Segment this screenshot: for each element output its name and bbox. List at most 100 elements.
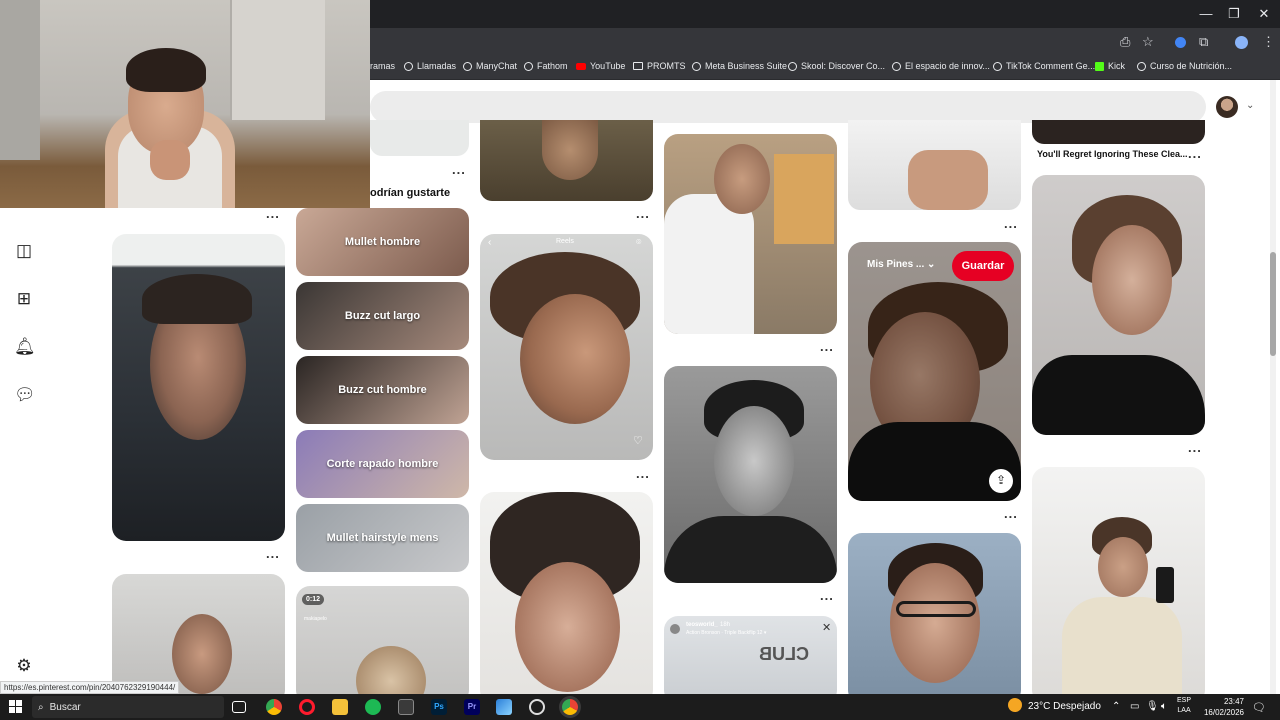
globe-icon: [692, 61, 701, 71]
taskbar-search[interactable]: ⌕ Buscar: [32, 696, 224, 718]
heart-icon[interactable]: ♡: [633, 434, 643, 447]
globe-icon: [892, 61, 901, 71]
bookmark-item[interactable]: Skool: Discover Co...: [788, 61, 885, 71]
bookmark-item[interactable]: Kick: [1095, 61, 1125, 71]
opera-icon[interactable]: [299, 699, 315, 715]
premiere-icon[interactable]: Pr: [464, 699, 480, 715]
bookmark-item[interactable]: Curso de Nutrición...: [1137, 61, 1232, 71]
messages-icon[interactable]: 💬︎: [14, 385, 36, 405]
microphone-icon[interactable]: 🎙︎: [1146, 701, 1159, 712]
settings-icon[interactable]: ⚙: [14, 656, 34, 676]
more-options[interactable]: ...: [1004, 507, 1018, 520]
pin-image[interactable]: [112, 574, 285, 694]
share-icon[interactable]: ⇪: [989, 469, 1013, 493]
more-options[interactable]: ...: [266, 547, 280, 560]
more-options[interactable]: ...: [1004, 217, 1018, 230]
board-selector[interactable]: Mis Pines ... ⌄: [867, 259, 935, 270]
bookmark-item[interactable]: TikTok Comment Ge...: [993, 61, 1095, 71]
webcam-hand: [150, 140, 190, 180]
chevron-up-icon[interactable]: ⌃: [1112, 701, 1120, 712]
bookmark-item[interactable]: PROMTS: [633, 61, 686, 71]
calculator-icon[interactable]: [398, 699, 414, 715]
network-icon[interactable]: ▭: [1130, 701, 1139, 712]
pin-image[interactable]: [1032, 467, 1205, 694]
category-card[interactable]: Mullet hairstyle mens: [296, 504, 469, 572]
bookmark-item[interactable]: Meta Business Suite: [692, 61, 787, 71]
bookmark-item[interactable]: YouTube: [576, 61, 625, 71]
more-options[interactable]: ...: [1188, 441, 1202, 454]
more-options[interactable]: ...: [1188, 147, 1202, 160]
video-pin[interactable]: 0:12 makiapelo: [296, 586, 469, 694]
close-window-button[interactable]: ✕: [1249, 6, 1279, 22]
obs-icon[interactable]: [529, 699, 545, 715]
story-pin[interactable]: teosworld_ 18h Action Bronson · Triple B…: [664, 616, 837, 694]
file-explorer-icon[interactable]: [332, 699, 348, 715]
more-options[interactable]: ...: [266, 207, 280, 220]
back-icon[interactable]: ‹: [488, 237, 491, 248]
install-app-icon[interactable]: ⎙: [1120, 34, 1130, 50]
create-icon[interactable]: ⊞: [14, 289, 34, 309]
camera-icon: ⌾: [636, 237, 642, 247]
pin-photo: [1098, 537, 1148, 597]
pin-photo: [515, 562, 620, 692]
clock[interactable]: 23:47 16/02/2026: [1200, 696, 1244, 718]
pin-image[interactable]: [664, 134, 837, 334]
layout-icon[interactable]: ◫: [14, 241, 34, 261]
chrome-active-icon[interactable]: [562, 699, 578, 715]
category-card[interactable]: Mullet hombre: [296, 208, 469, 276]
save-button[interactable]: Guardar: [952, 251, 1014, 281]
minimize-button[interactable]: —: [1191, 6, 1221, 21]
more-options[interactable]: ...: [820, 589, 834, 602]
bookmark-item[interactable]: Llamadas: [404, 61, 456, 71]
bookmark-item[interactable]: Fathom: [524, 61, 568, 71]
spotify-icon[interactable]: [365, 699, 381, 715]
pin-image[interactable]: [370, 120, 469, 156]
bookmark-item[interactable]: ramas: [370, 61, 395, 71]
photoshop-icon[interactable]: Ps: [431, 699, 447, 715]
lang-top: ESP: [1177, 697, 1192, 704]
notifications-icon[interactable]: 🔔︎: [14, 337, 36, 357]
more-options[interactable]: ...: [452, 163, 466, 176]
scrollbar[interactable]: [1270, 80, 1276, 694]
extension-icon[interactable]: [1175, 37, 1186, 48]
search-input[interactable]: [370, 91, 1206, 123]
pin-image[interactable]: [480, 120, 653, 201]
windows-start-icon[interactable]: [9, 700, 22, 713]
more-options[interactable]: ...: [636, 207, 650, 220]
pin-image[interactable]: [1032, 175, 1205, 435]
pin-title[interactable]: You'll Regret Ignoring These Clea...: [1037, 149, 1188, 159]
reels-pin[interactable]: ‹ Reels ⌾ ♡: [480, 234, 653, 460]
pin-image[interactable]: [848, 533, 1021, 694]
maximize-button[interactable]: ❐: [1219, 6, 1249, 22]
bookmark-item[interactable]: El espacio de innov...: [892, 61, 990, 71]
language-indicator[interactable]: ESP LAA: [1177, 696, 1191, 716]
chevron-down-icon[interactable]: ⌄: [1246, 100, 1254, 111]
photos-icon[interactable]: [496, 699, 512, 715]
task-view-icon[interactable]: [232, 701, 246, 713]
weather-text[interactable]: 23°C Despejado: [1028, 701, 1101, 712]
bookmark-item[interactable]: ManyChat: [463, 61, 517, 71]
category-card[interactable]: Buzz cut hombre: [296, 356, 469, 424]
more-options[interactable]: ...: [820, 340, 834, 353]
profile-icon[interactable]: [1235, 36, 1248, 49]
pin-image[interactable]: [480, 492, 653, 694]
menu-kebab-icon[interactable]: ⋮: [1262, 34, 1275, 50]
close-icon[interactable]: ✕: [822, 621, 831, 634]
notifications-tray-icon[interactable]: 🗨︎: [1252, 701, 1266, 714]
start-tile: [16, 700, 22, 706]
pin-image[interactable]: [664, 366, 837, 583]
start-tile: [16, 707, 22, 713]
category-card[interactable]: Corte rapado hombre: [296, 430, 469, 498]
category-card[interactable]: Buzz cut largo: [296, 282, 469, 350]
scrollbar-thumb[interactable]: [1270, 252, 1276, 356]
bookmark-star-icon[interactable]: ☆: [1142, 34, 1154, 50]
avatar[interactable]: [1216, 96, 1238, 118]
volume-icon[interactable]: 🔈︎: [1161, 701, 1167, 712]
globe-icon: [993, 61, 1002, 71]
more-options[interactable]: ...: [636, 467, 650, 480]
pin-image[interactable]: [1032, 120, 1205, 144]
pin-image[interactable]: [848, 120, 1021, 210]
pin-image[interactable]: [112, 234, 285, 541]
chrome-icon[interactable]: [266, 699, 282, 715]
extensions-puzzle-icon[interactable]: ⧉: [1199, 34, 1208, 50]
